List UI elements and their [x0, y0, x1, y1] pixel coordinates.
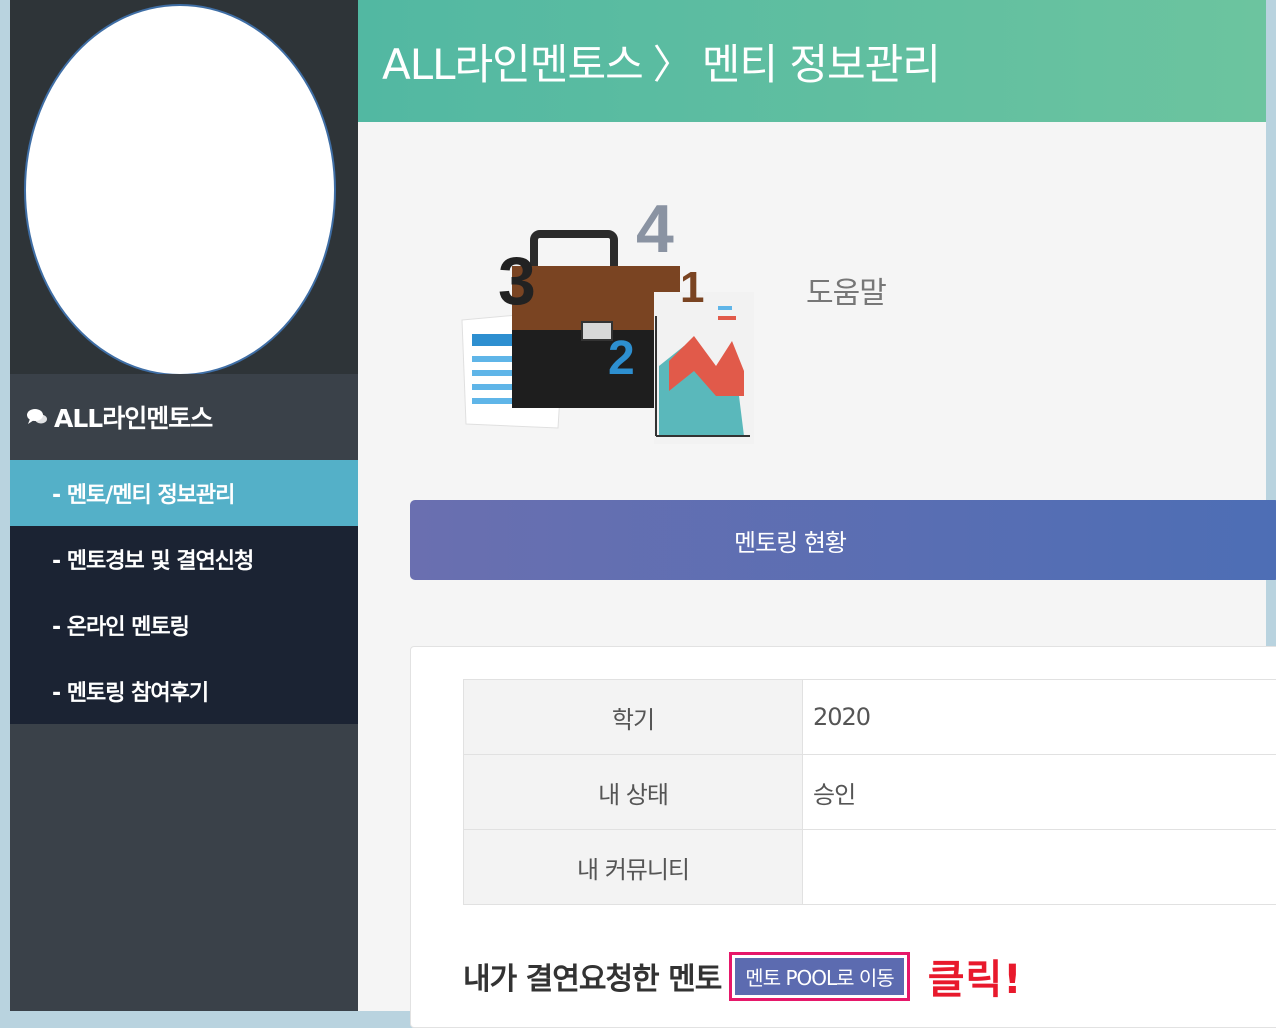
my-community-label: 내 커뮤니티: [464, 830, 803, 905]
sidebar-item-label: - 멘토링 참여후기: [52, 675, 208, 707]
my-status-value: 승인: [803, 755, 1276, 830]
help-link[interactable]: 도움말: [806, 268, 886, 312]
profile-area: [10, 0, 358, 374]
table-row: 내 상태 승인: [464, 755, 1276, 830]
number-one-glyph: 1: [680, 263, 704, 312]
main-content: ALL라인멘토스 〉 멘티 정보관리: [358, 0, 1266, 1011]
table-row: 내 커뮤니티: [464, 830, 1276, 905]
sidebar-section-title: ALL라인멘토스: [10, 374, 358, 460]
requested-mentor-section: 내가 결연요청한 멘토 멘토 POOL로 이동 클릭!: [463, 947, 1023, 1005]
click-annotation: 클릭!: [928, 947, 1023, 1005]
sidebar-item-mentor-info-apply[interactable]: - 멘토경보 및 결연신청: [10, 526, 358, 592]
my-status-label: 내 상태: [464, 755, 803, 830]
page-title: 멘티 정보관리: [702, 31, 940, 92]
avatar: [24, 4, 336, 376]
page-header: ALL라인멘토스 〉 멘티 정보관리: [358, 0, 1266, 122]
mentee-info-table: 학기 2020 내 상태 승인 내 커뮤니티: [463, 679, 1276, 905]
sidebar-item-label: - 멘토/멘티 정보관리: [52, 477, 234, 509]
number-three-glyph: 3: [498, 243, 536, 319]
chat-bubbles-icon: [26, 408, 48, 426]
area-chart-icon: [654, 292, 754, 444]
number-two-glyph: 2: [608, 332, 635, 385]
sidebar-item-mentoring-review[interactable]: - 멘토링 참여후기: [10, 658, 358, 724]
mentoring-status-label: 멘토링 현황: [734, 523, 846, 558]
my-community-value: [803, 830, 1276, 905]
table-row: 학기 2020: [464, 680, 1276, 755]
sidebar-item-label: - 온라인 멘토링: [52, 609, 189, 641]
briefcase-chart-illustration: 3 4 1 2: [454, 196, 764, 456]
mentor-pool-button[interactable]: 멘토 POOL로 이동: [735, 958, 903, 995]
semester-value: 2020: [803, 680, 1276, 755]
mentoring-status-bar[interactable]: 멘토링 현황: [410, 500, 1276, 580]
requested-mentor-title: 내가 결연요청한 멘토: [463, 954, 721, 998]
sidebar-item-online-mentoring[interactable]: - 온라인 멘토링: [10, 592, 358, 658]
sidebar-menu: - 멘토/멘티 정보관리 - 멘토경보 및 결연신청 - 온라인 멘토링 - 멘…: [10, 460, 358, 724]
breadcrumb-app: ALL라인멘토스: [382, 31, 643, 92]
sidebar-item-mentor-mentee-info[interactable]: - 멘토/멘티 정보관리: [10, 460, 358, 526]
sidebar-item-label: - 멘토경보 및 결연신청: [52, 543, 253, 575]
sidebar: ALL라인멘토스 - 멘토/멘티 정보관리 - 멘토경보 및 결연신청 - 온라…: [10, 0, 358, 1011]
breadcrumb-separator: 〉: [653, 32, 692, 90]
info-card: 학기 2020 내 상태 승인 내 커뮤니티 내가 결연요청한 멘토 멘토 PO…: [410, 646, 1276, 1028]
semester-label: 학기: [464, 680, 803, 755]
number-four-glyph: 4: [636, 196, 674, 267]
sidebar-section-label: ALL라인멘토스: [54, 399, 212, 435]
pool-button-highlight: 멘토 POOL로 이동: [729, 952, 909, 1001]
